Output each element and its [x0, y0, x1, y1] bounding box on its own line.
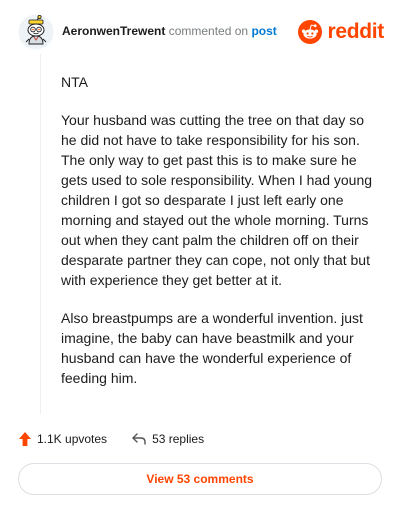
- comment-header: AeronwenTrewent commented on post reddit: [18, 14, 384, 54]
- reply-stat[interactable]: 53 replies: [131, 432, 204, 446]
- comment-card: AeronwenTrewent commented on post reddit…: [0, 0, 400, 512]
- byline-action: commented on: [168, 24, 249, 38]
- comment-footer: 1.1K upvotes 53 replies: [18, 430, 204, 448]
- comment-paragraph: Your husband was cutting the tree on tha…: [61, 112, 373, 288]
- comment-paragraph: Also breastpumps are a wonderful inventi…: [61, 310, 363, 386]
- snoo-avatar-icon[interactable]: [18, 14, 54, 50]
- username-link[interactable]: AeronwenTrewent: [62, 24, 165, 38]
- reply-count: 53 replies: [152, 432, 205, 446]
- reply-arrow-icon[interactable]: [131, 432, 147, 446]
- post-link[interactable]: post: [251, 24, 276, 38]
- upvote-count: 1.1K upvotes: [37, 432, 108, 446]
- comment-paragraph: NTA: [61, 74, 88, 90]
- upvote-stat[interactable]: 1.1K upvotes: [18, 431, 107, 447]
- comment-body: NTA Your husband was cutting the tree on…: [61, 72, 381, 406]
- reddit-brand[interactable]: reddit: [298, 19, 384, 45]
- upvote-arrow-icon[interactable]: [18, 431, 32, 447]
- reddit-wordmark: reddit: [327, 20, 384, 43]
- reddit-logo-icon: [298, 20, 323, 44]
- view-comments-button[interactable]: View 53 comments: [18, 463, 382, 495]
- thread-line: [40, 54, 41, 414]
- comment-byline: AeronwenTrewent commented on post: [62, 24, 277, 38]
